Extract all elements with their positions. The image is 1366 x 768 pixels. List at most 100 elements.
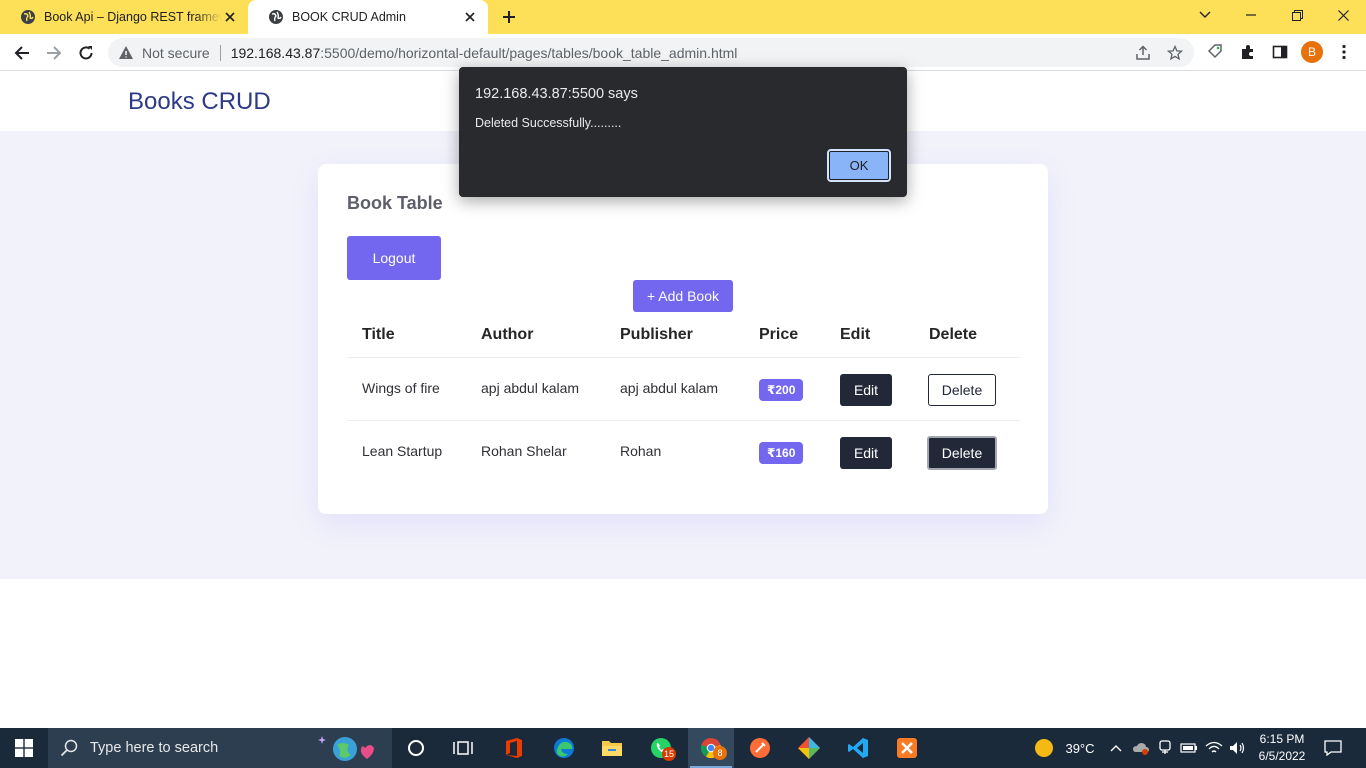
column-header-author: Author [481,326,534,343]
close-tab-icon[interactable] [462,9,478,25]
column-header-price: Price [759,326,799,343]
profile-badge: 8 [713,746,727,760]
dialog-message: Deleted Successfully......... [475,116,622,130]
table-row: Wings of fire apj abdul kalam apj abdul … [347,358,1020,421]
delete-button[interactable]: Delete [928,374,996,406]
minimize-icon [1246,14,1256,16]
tab-book-api[interactable]: Book Api – Django REST framewo [0,0,248,34]
chevron-down-icon [1199,11,1211,18]
cell-publisher: apj abdul kalam [620,380,719,396]
postman-icon[interactable] [740,728,780,768]
edit-button[interactable]: Edit [840,437,892,469]
office-icon[interactable] [494,728,534,768]
column-header-delete: Delete [929,326,978,343]
delete-button[interactable]: Delete [927,436,997,470]
battery-icon[interactable] [1178,728,1200,768]
notification-badge: 15 [662,747,677,761]
git-icon[interactable] [789,728,829,768]
whatsapp-icon[interactable]: 15 [641,728,681,768]
system-clock[interactable]: 6:15 PM 6/5/2022 [1252,731,1312,765]
chrome-taskbar-button[interactable]: 8 [688,728,734,768]
edge-icon[interactable] [544,728,584,768]
new-tab-button[interactable] [498,7,520,27]
file-explorer-icon[interactable] [592,728,632,768]
temperature-label[interactable]: 39°C [1060,728,1100,768]
table-header: Title Author Publisher Price Edit Delete [347,318,1020,358]
address-bar[interactable]: Not secure 192.168.43.87:5500/demo/horiz… [108,38,1194,67]
card-title: Book Table [347,193,443,213]
temperature-text: 39°C [1065,740,1095,756]
table-row: Lean Startup Rohan Shelar Rohan ₹160 Edi… [347,421,1020,484]
security-label[interactable]: Not secure [142,45,210,61]
column-header-edit: Edit [840,326,871,343]
cell-title: Lean Startup [362,443,443,459]
back-button[interactable] [10,41,34,65]
url-text[interactable]: 192.168.43.87:5500/demo/horizontal-defau… [231,45,738,61]
notifications-icon[interactable] [1318,728,1348,768]
warning-icon[interactable] [118,45,134,61]
cell-publisher: Rohan [620,443,662,459]
column-header-title: Title [362,326,395,343]
tab-book-crud-admin[interactable]: BOOK CRUD Admin [248,0,488,34]
start-button[interactable] [0,728,48,768]
cell-title: Wings of fire [362,380,440,396]
tab-title: BOOK CRUD Admin [292,10,406,24]
task-view-icon[interactable] [443,728,483,768]
browser-tabstrip: Book Api – Django REST framewo BOOK CRUD… [0,0,1366,34]
extensions-puzzle-icon[interactable] [1238,42,1258,62]
restore-button[interactable] [1274,0,1320,30]
taskbar-search[interactable]: Type here to search [48,728,392,768]
price-badge: ₹200 [759,379,804,401]
search-placeholder: Type here to search [90,740,219,756]
onedrive-icon[interactable] [1130,728,1152,768]
weather-sun-icon[interactable] [1030,728,1058,768]
add-book-button[interactable]: + Add Book [633,280,733,312]
windows-taskbar: Type here to search 15 8 39°C 6:15 PM 6/… [0,728,1366,768]
bookmark-star-icon[interactable] [1166,44,1184,62]
arrow-left-icon [14,46,29,60]
clock-date: 6/5/2022 [1258,749,1306,763]
volume-icon[interactable] [1227,728,1249,768]
price-badge: ₹160 [759,442,804,464]
side-panel-icon[interactable] [1270,42,1290,62]
forward-button[interactable] [42,41,66,65]
profile-avatar[interactable]: B [1301,41,1323,63]
close-tab-icon[interactable] [222,9,238,25]
tab-search-button[interactable] [1182,0,1228,30]
extension-tag-icon[interactable] [1205,42,1225,62]
plus-icon [503,11,515,23]
wifi-icon[interactable] [1203,728,1225,768]
column-header-publisher: Publisher [620,326,693,343]
tab-title: Book Api – Django REST framewo [44,10,222,24]
browser-toolbar: Not secure 192.168.43.87:5500/demo/horiz… [0,34,1366,71]
reload-icon [79,46,93,60]
search-highlight-icon [318,732,378,764]
url-host: 192.168.43.87 [230,44,321,61]
book-table-card: Book Table Logout + Add Book Title Autho… [318,164,1048,514]
close-window-button[interactable] [1320,0,1366,30]
close-icon [1337,9,1349,21]
clock-time: 6:15 PM [1259,732,1305,746]
restore-icon [1291,9,1303,21]
divider [219,44,221,61]
search-icon [60,739,78,757]
more-menu-icon[interactable] [1334,42,1354,62]
reload-button[interactable] [74,41,98,65]
edit-button[interactable]: Edit [840,374,892,406]
url-path: :5500/demo/horizontal-default/pages/tabl… [320,44,738,61]
logout-button[interactable]: Logout [347,236,441,280]
share-icon[interactable] [1134,44,1152,62]
minimize-button[interactable] [1228,0,1274,30]
ok-button[interactable]: OK [827,149,891,182]
meet-now-icon[interactable] [1155,728,1175,768]
arrow-right-icon [47,46,62,60]
brand-title[interactable]: Books CRUD [128,88,271,116]
dialog-title: 192.168.43.87:5500 says [475,86,638,102]
vscode-icon[interactable] [838,728,878,768]
cell-author: apj abdul kalam [481,380,580,396]
cortana-icon[interactable] [396,728,436,768]
xampp-icon[interactable] [887,728,927,768]
globe-icon [20,9,36,25]
cell-author: Rohan Shelar [481,443,567,459]
tray-chevron-up-icon[interactable] [1106,728,1126,768]
